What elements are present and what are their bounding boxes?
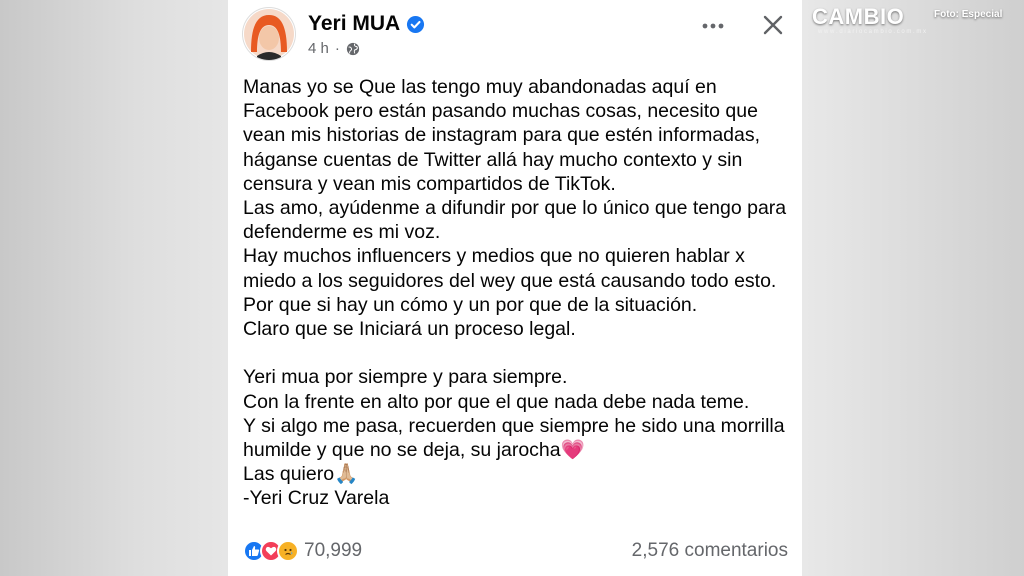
avatar[interactable] (243, 8, 295, 60)
post-footer: 70,999 2,576 comentarios (243, 540, 788, 570)
post-author[interactable]: Yeri MUA (308, 12, 425, 36)
post-paragraph: Por que si hay un cómo y un por que de l… (243, 293, 698, 316)
reaction-count: 70,999 (304, 540, 363, 561)
post-paragraph: Con la frente en alto por que el que nad… (243, 390, 750, 413)
facebook-post-card: Yeri MUA 4 h · Manas yo se Que las tengo… (228, 0, 802, 576)
post-paragraph: Yeri mua por siempre y para siempre. (243, 366, 568, 389)
post-body: Manas yo se Que las tengo muy abandonada… (243, 75, 793, 511)
comments-count-link[interactable]: 2,576 comentarios (632, 540, 788, 562)
brand-url: w w w . d i a r i o c a m b i o . c o m … (818, 29, 927, 35)
meta-separator: · (334, 40, 340, 57)
post-paragraph: Y si algo me pasa, recuerden que siempre… (243, 414, 785, 462)
sad-icon (277, 540, 299, 562)
post-timestamp[interactable]: 4 h (308, 40, 329, 57)
post-paragraph: Manas yo se Que las tengo muy abandonada… (243, 76, 761, 195)
post-paragraph: Las amo, ayúdenme a difundir por que lo … (243, 197, 787, 244)
post-paragraph: Hay muchos influencers y medios que no q… (243, 245, 777, 292)
more-horizontal-icon (702, 23, 724, 29)
reactions-summary[interactable]: 70,999 (243, 540, 362, 562)
author-name[interactable]: Yeri MUA (308, 12, 400, 36)
post-blank-line (243, 341, 793, 365)
background-right (802, 0, 1024, 576)
avatar-image (244, 9, 294, 60)
brand-logo: CAMBIO (812, 4, 905, 29)
post-paragraph: Las quiero🙏🏼 (243, 463, 359, 486)
background-left (0, 0, 228, 576)
post-meta: 4 h · (308, 40, 360, 57)
close-icon (763, 15, 783, 35)
globe-icon (346, 42, 359, 55)
post-paragraph: -Yeri Cruz Varela (243, 487, 390, 510)
verified-badge-icon (407, 15, 425, 33)
close-button[interactable] (758, 10, 788, 40)
photo-credit: Foto: Especial (934, 9, 1003, 20)
post-paragraph: Claro que se Iniciará un proceso legal. (243, 318, 576, 341)
more-options-button[interactable] (699, 12, 727, 40)
